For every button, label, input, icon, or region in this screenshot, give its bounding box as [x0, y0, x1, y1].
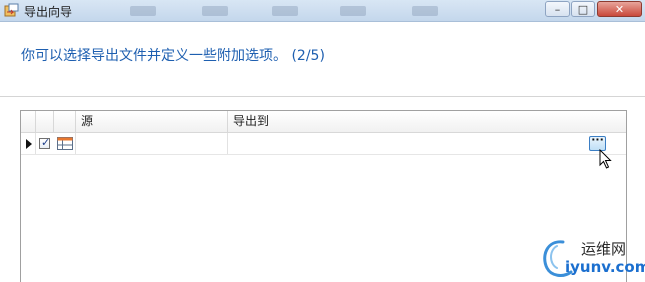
maximize-button[interactable]: □: [571, 1, 595, 17]
background-tab: [340, 6, 366, 16]
export-file-grid[interactable]: 源 导出到 ✓ ···: [20, 110, 627, 282]
current-row-arrow-icon: [26, 139, 32, 149]
column-header-export-to[interactable]: 导出到: [228, 111, 626, 132]
header-divider: [0, 96, 645, 97]
row-icon-cell: [54, 133, 76, 154]
title-bar: 导出向导 – □ ✕: [0, 0, 645, 22]
window-title: 导出向导: [24, 5, 73, 19]
row-indicator-cell: [21, 133, 36, 154]
column-header-icon[interactable]: [54, 111, 76, 132]
table-icon: [57, 137, 73, 150]
maximize-icon: □: [577, 2, 589, 16]
row-check-cell[interactable]: ✓: [36, 133, 54, 154]
background-tab: [202, 6, 228, 16]
watermark: 运维网 iyunv.com: [537, 232, 645, 282]
mouse-pointer-icon: [599, 149, 612, 169]
checkmark-icon: ✓: [41, 136, 51, 149]
browse-label: ···: [591, 133, 604, 146]
column-header-indicator[interactable]: [21, 111, 36, 132]
close-icon: ✕: [614, 2, 625, 16]
watermark-name: 运维网: [581, 240, 627, 258]
minimize-button[interactable]: –: [545, 1, 570, 17]
grid-header: 源 导出到: [21, 111, 626, 133]
watermark-domain: iyunv.com: [565, 258, 645, 276]
source-cell[interactable]: [76, 133, 228, 154]
export-wizard-icon: [4, 3, 19, 17]
close-button[interactable]: ✕: [597, 1, 642, 17]
wizard-step-description: 你可以选择导出文件并定义一些附加选项。 (2/5): [21, 48, 325, 64]
background-tab: [272, 6, 298, 16]
background-tab: [130, 6, 156, 16]
table-row[interactable]: ✓ ···: [21, 133, 626, 155]
minimize-icon: –: [554, 2, 561, 16]
background-tab: [412, 6, 438, 16]
export-to-cell[interactable]: ···: [228, 133, 626, 154]
row-checkbox[interactable]: ✓: [39, 136, 51, 149]
column-header-check[interactable]: [36, 111, 54, 132]
column-header-source[interactable]: 源: [76, 111, 228, 132]
